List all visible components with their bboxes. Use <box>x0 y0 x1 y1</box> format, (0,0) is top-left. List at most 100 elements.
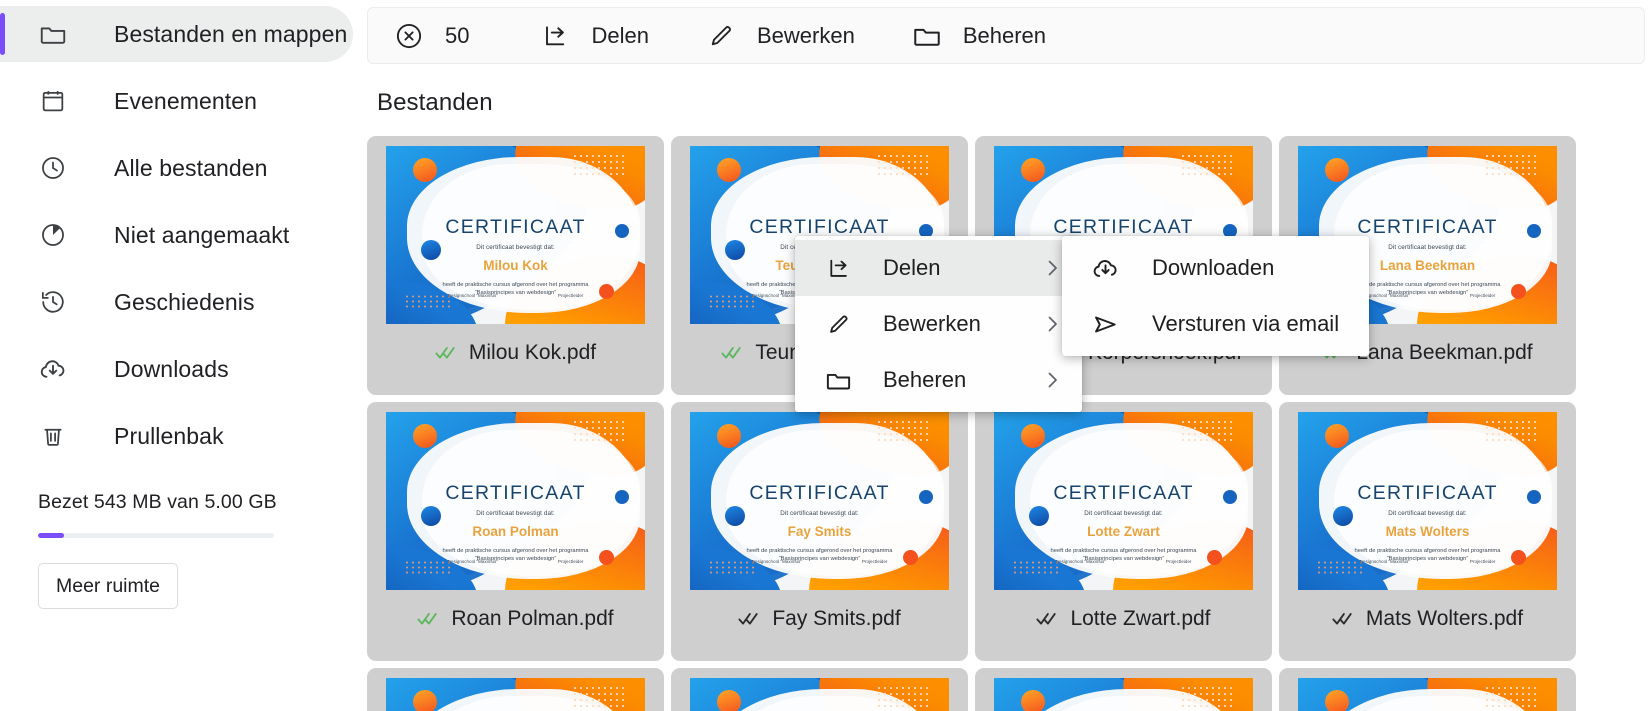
app-root: Bestanden en mappen Evenementen Alle bes… <box>0 0 1651 711</box>
sidebar: Bestanden en mappen Evenementen Alle bes… <box>0 0 367 711</box>
certificate-content: CERTIFICAATDit certificaat bevestigt dat… <box>690 678 949 711</box>
sidebar-item-label: Alle bestanden <box>114 154 268 181</box>
certificate-content: CERTIFICAATDit certificaat bevestigt dat… <box>1298 678 1557 711</box>
share-icon <box>539 20 571 52</box>
clear-selection-button[interactable]: 50 <box>393 8 469 63</box>
file-card[interactable]: CERTIFICAATDit certificaat bevestigt dat… <box>367 668 664 711</box>
double-check-icon <box>738 611 760 627</box>
certificate-footer-left: Designschool “Maximus” <box>447 292 498 298</box>
file-thumbnail: CERTIFICAAT Dit certificaat bevestigt dat… <box>386 412 645 590</box>
context-submenu-delen: Downloaden Versturen via email <box>1062 236 1369 356</box>
file-thumbnail: CERTIFICAAT Dit certificaat bevestigt dat… <box>994 412 1253 590</box>
sidebar-item-prullenbak[interactable]: Prullenbak <box>0 408 353 464</box>
file-card[interactable]: CERTIFICAATDit certificaat bevestigt dat… <box>1279 402 1576 661</box>
pie-chart-icon <box>36 218 70 252</box>
certificate-content: CERTIFICAAT Dit certificaat bevestigt dat… <box>690 412 949 590</box>
file-label-row: Fay Smits.pdf <box>681 590 958 648</box>
context-menu-item-label: Beheren <box>883 367 967 392</box>
certificate-recipient-name: Milou Kok <box>483 257 548 273</box>
file-card[interactable]: CERTIFICAAT Dit certificaat bevestigt dat… <box>367 402 664 661</box>
certificate-title: CERTIFICAAT <box>1053 481 1194 504</box>
sidebar-item-geschiedenis[interactable]: Geschiedenis <box>0 274 353 330</box>
certificate-footer-left: Designschool “Maximus” <box>751 558 802 564</box>
toolbar-manage-button[interactable]: Beheren <box>911 8 1046 63</box>
file-name: Roan Polman.pdf <box>451 607 614 630</box>
double-check-icon <box>721 345 743 361</box>
storage-section: Bezet 543 MB van 5.00 GB Meer ruimte <box>0 475 367 609</box>
certificate-footer-left: Designschool “Maximus” <box>1359 558 1410 564</box>
file-card[interactable]: CERTIFICAATDit certificaat bevestigt dat… <box>975 668 1272 711</box>
toolbar-edit-button[interactable]: Bewerken <box>705 8 855 63</box>
submenu-item-versturen-via-email[interactable]: Versturen via email <box>1062 296 1369 352</box>
certificate-footer-right: Projectleider <box>557 558 584 564</box>
certificate-recipient-name: Lana Beekman <box>1379 257 1476 273</box>
certificate-footer: Designschool “Maximus” Projectleider <box>994 559 1253 565</box>
certificate-footer-right: Projectleider <box>557 292 584 298</box>
sidebar-item-bestanden-en-mappen[interactable]: Bestanden en mappen <box>0 6 353 62</box>
sidebar-item-label: Bestanden en mappen <box>114 20 348 47</box>
storage-usage-text: Bezet 543 MB van 5.00 GB <box>38 491 277 513</box>
certificate-footer-right: Projectleider <box>1469 558 1496 564</box>
file-thumbnail: CERTIFICAATDit certificaat bevestigt dat… <box>1298 678 1557 711</box>
certificate-subtitle: Dit certificaat bevestigt dat: <box>1084 509 1163 517</box>
folder-icon <box>36 17 70 51</box>
context-menu-item-bewerken[interactable]: Bewerken <box>795 296 1082 352</box>
sidebar-item-downloads[interactable]: Downloads <box>0 341 353 397</box>
chevron-right-icon <box>1040 368 1064 392</box>
main-content: 50 Delen Bewerken Beheren Bestanden CERT… <box>367 0 1651 711</box>
context-menu-item-delen[interactable]: Delen <box>795 240 1082 296</box>
certificate-subtitle: Dit certificaat bevestigt dat: <box>1388 509 1467 517</box>
submenu-item-downloaden[interactable]: Downloaden <box>1062 240 1369 296</box>
sidebar-item-label: Downloads <box>114 355 229 382</box>
context-menu-item-label: Delen <box>883 255 941 280</box>
certificate-recipient-name: Roan Polman <box>472 523 559 539</box>
certificate-title: CERTIFICAAT <box>445 481 586 504</box>
certificate-subtitle: Dit certificaat bevestigt dat: <box>780 509 859 517</box>
history-icon <box>36 285 70 319</box>
certificate-subtitle: Dit certificaat bevestigt dat: <box>476 509 555 517</box>
certificate-footer-right: Projectleider <box>1469 292 1496 298</box>
certificate-content: CERTIFICAAT Dit certificaat bevestigt dat… <box>386 412 645 590</box>
sidebar-item-evenementen[interactable]: Evenementen <box>0 73 353 129</box>
toolbar-action-label: Delen <box>591 22 649 48</box>
toolbar-action-label: Beheren <box>962 22 1046 48</box>
file-card[interactable]: CERTIFICAATDit certificaat bevestigt dat… <box>671 668 968 711</box>
certificate-footer: Designschool “Maximus” Projectleider <box>690 559 949 565</box>
file-card[interactable]: CERTIFICAATDit certificaat bevestigt dat… <box>1279 668 1576 711</box>
file-label-row: Mats Wolters.pdf <box>1289 590 1566 648</box>
certificate-content: CERTIFICAAT Dit certificaat bevestigt dat… <box>994 412 1253 590</box>
file-card[interactable]: CERTIFICAAT Dit certificaat bevestigt dat… <box>975 402 1272 661</box>
certificate-content: CERTIFICAATDit certificaat bevestigt dat… <box>994 678 1253 711</box>
context-menu: Delen Bewerken Beheren <box>795 236 1082 412</box>
send-icon <box>1090 309 1120 339</box>
section-title: Bestanden <box>377 89 493 116</box>
file-card[interactable]: CERTIFICAAT Dit certificaat bevestigt dat… <box>671 402 968 661</box>
file-name: Lotte Zwart.pdf <box>1070 607 1211 630</box>
context-menu-item-beheren[interactable]: Beheren <box>795 352 1082 408</box>
file-thumbnail: CERTIFICAATDit certificaat bevestigt dat… <box>386 678 645 711</box>
folder-open-icon <box>823 365 853 395</box>
certificate-title: CERTIFICAAT <box>445 215 586 238</box>
sidebar-item-alle-bestanden[interactable]: Alle bestanden <box>0 140 353 196</box>
submenu-item-label: Downloaden <box>1152 255 1275 280</box>
pencil-icon <box>823 309 853 339</box>
calendar-icon <box>36 84 70 118</box>
certificate-footer: Designschool “Maximus” Projectleider <box>1298 559 1557 565</box>
certificate-footer-left: Designschool “Maximus” <box>447 558 498 564</box>
file-card[interactable]: CERTIFICAATDit certificaat bevestigt dat… <box>367 136 664 395</box>
certificate-footer-left: Designschool “Maximus” <box>1055 558 1106 564</box>
certificate-content: CERTIFICAATDit certificaat bevestigt dat… <box>386 678 645 711</box>
toolbar-share-button[interactable]: Delen <box>539 8 649 63</box>
sidebar-item-label: Prullenbak <box>114 422 224 449</box>
sidebar-item-niet-aangemaakt[interactable]: Niet aangemaakt <box>0 207 353 263</box>
file-label-row: Milou Kok.pdf <box>377 324 654 382</box>
certificate-content: CERTIFICAATDit certificaat bevestigt dat… <box>386 146 645 324</box>
submenu-item-label: Versturen via email <box>1152 311 1340 336</box>
more-space-button[interactable]: Meer ruimte <box>38 563 179 609</box>
toolbar-action-label: Bewerken <box>756 22 855 48</box>
file-name: Mats Wolters.pdf <box>1365 607 1524 630</box>
certificate-title: CERTIFICAAT <box>749 481 890 504</box>
file-name: Lana Beekman.pdf <box>1356 341 1533 364</box>
cloud-download-icon <box>36 352 70 386</box>
double-check-icon <box>435 345 457 361</box>
